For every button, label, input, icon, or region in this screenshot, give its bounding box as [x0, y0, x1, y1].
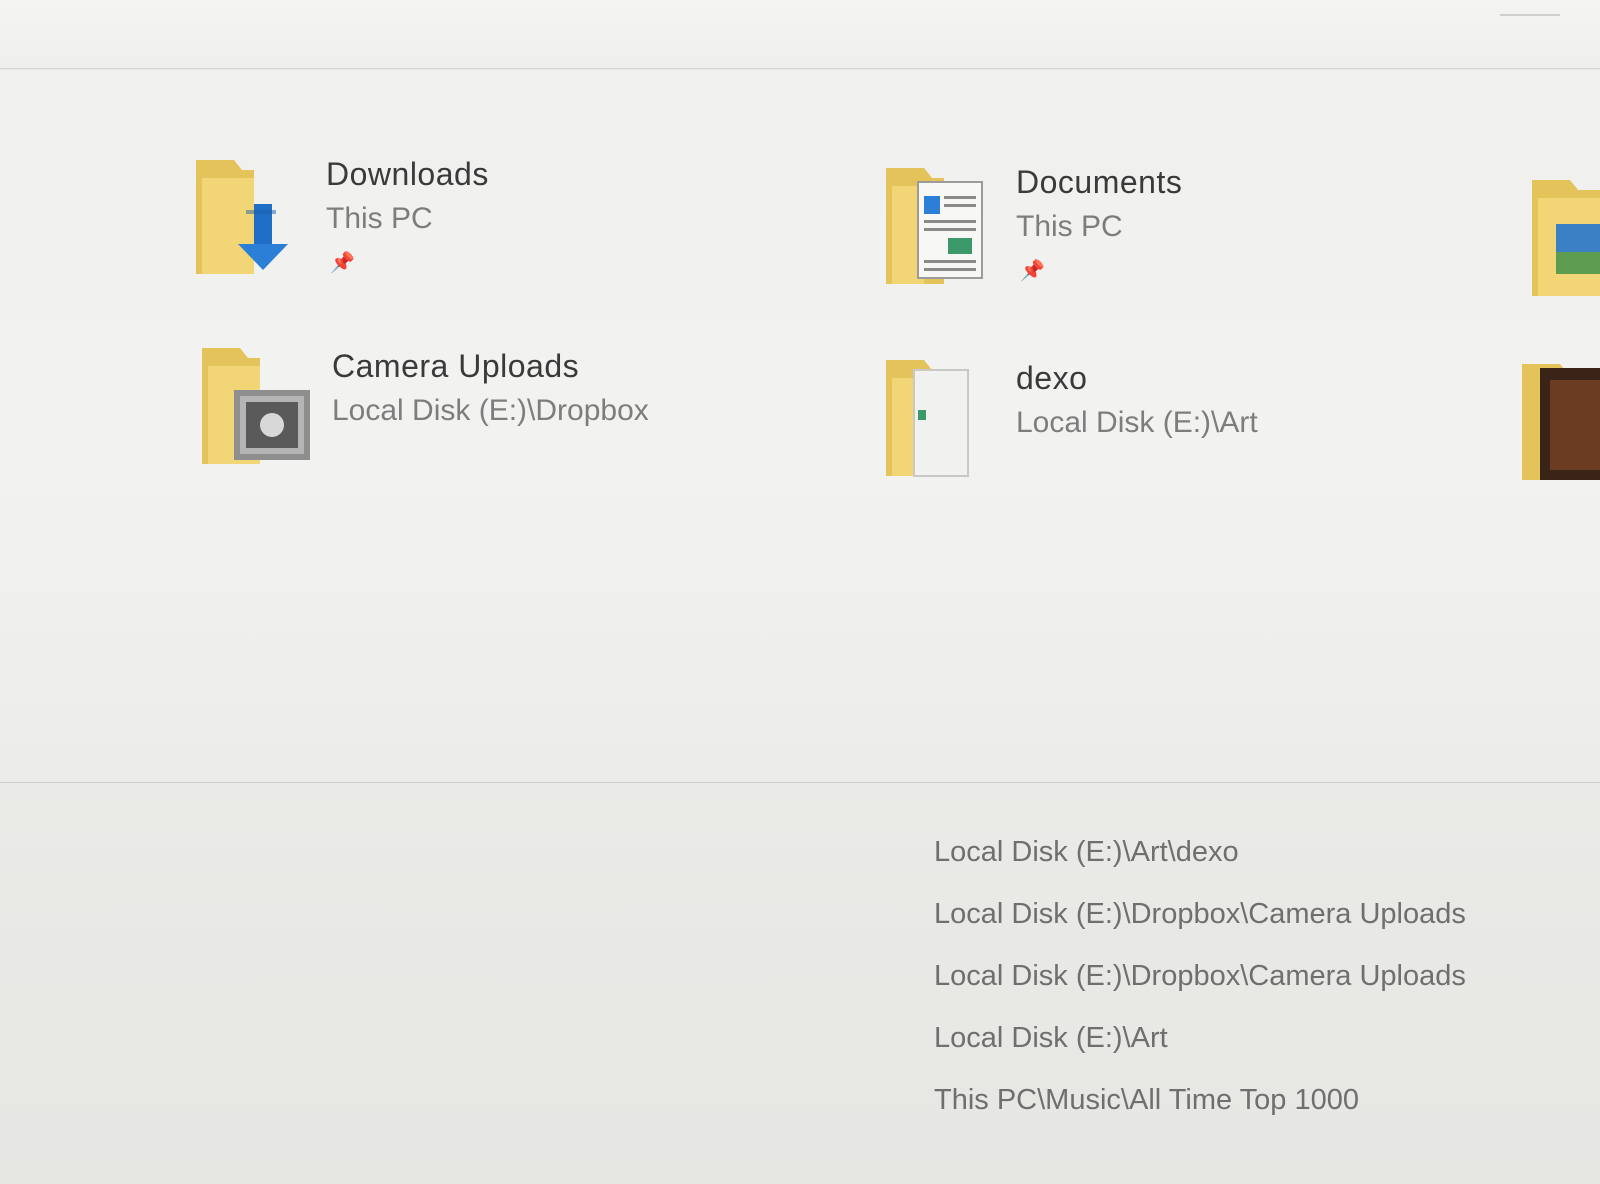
file-explorer-window: Downloads This PC 📌 Documents This PC 📌 … [0, 0, 1600, 1184]
section-divider [0, 782, 1600, 783]
quick-access-item-location: This PC [1016, 210, 1123, 243]
documents-folder-icon [884, 160, 994, 290]
dexo-folder-icon [884, 356, 994, 486]
recent-file-location[interactable]: Local Disk (E:)\Dropbox\Camera Uploads [934, 898, 1574, 960]
quick-access-item-downloads[interactable]: Downloads This PC 📌 [194, 152, 754, 292]
recent-file-location[interactable]: Local Disk (E:)\Dropbox\Camera Uploads [934, 960, 1574, 1022]
quick-access-item-location: This PC [326, 202, 433, 235]
quick-access-item-location: Local Disk (E:)\Art [1016, 406, 1258, 439]
pictures-folder-icon [1530, 172, 1600, 302]
toolbar-edge [1500, 0, 1560, 16]
camera-uploads-folder-icon [200, 344, 310, 474]
recent-file-location[interactable]: Local Disk (E:)\Art [934, 1022, 1574, 1084]
quick-access-item-name: dexo [1016, 360, 1088, 396]
recent-file-location[interactable]: This PC\Music\All Time Top 1000 [934, 1084, 1574, 1146]
pin-icon: 📌 [1020, 260, 1045, 282]
top-toolbar-strip [0, 0, 1600, 69]
photo-folder-icon [1520, 360, 1600, 490]
recent-file-location[interactable]: Local Disk (E:)\Art\dexo [934, 836, 1574, 898]
pin-icon: 📌 [330, 252, 355, 274]
quick-access-item-name: Downloads [326, 156, 489, 192]
quick-access-item-name: Camera Uploads [332, 348, 580, 384]
quick-access-section: Downloads This PC 📌 Documents This PC 📌 … [0, 70, 1600, 780]
quick-access-item-pictures-partial[interactable] [1530, 172, 1600, 312]
quick-access-item-location: Local Disk (E:)\Dropbox [332, 394, 649, 427]
quick-access-item-dexo[interactable]: dexo Local Disk (E:)\Art [884, 356, 1364, 496]
downloads-folder-icon [194, 152, 304, 282]
quick-access-item-name: Documents [1016, 164, 1183, 200]
quick-access-item-camera-uploads[interactable]: Camera Uploads Local Disk (E:)\Dropbox [200, 344, 800, 484]
quick-access-item-photo-partial[interactable] [1520, 360, 1600, 500]
quick-access-item-documents[interactable]: Documents This PC 📌 [884, 160, 1384, 300]
recent-files-location-column: Local Disk (E:)\Art\dexo Local Disk (E:)… [934, 836, 1574, 1146]
